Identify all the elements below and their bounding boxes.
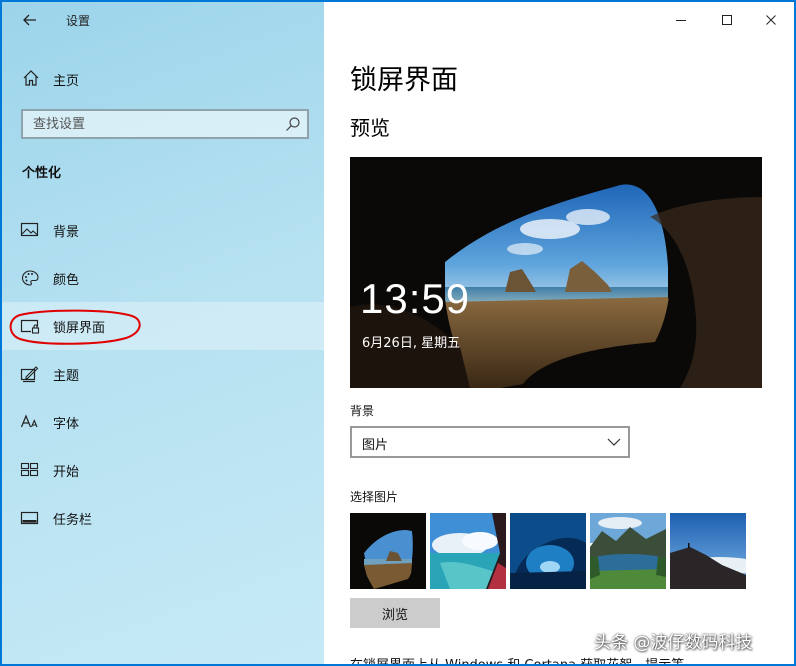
cave-beach-image bbox=[350, 157, 762, 388]
sidebar-item-fonts[interactable]: 字体 bbox=[2, 398, 324, 446]
settings-window: 设置 主页 个性化 背景 bbox=[0, 0, 796, 666]
cave-thumbnail-image bbox=[350, 513, 426, 589]
picture-thumbnail-lake[interactable] bbox=[590, 513, 666, 589]
picture-thumbnail-ice-cave[interactable] bbox=[510, 513, 586, 589]
palette-icon bbox=[22, 270, 39, 286]
cortana-fun-facts-text: 在锁屏界面上从 Windows 和 Cortana 获取花絮、提示等 bbox=[350, 658, 685, 666]
minimize-icon bbox=[676, 20, 686, 21]
search-icon[interactable] bbox=[285, 116, 301, 132]
chevron-down-icon bbox=[607, 438, 621, 446]
minimize-button[interactable] bbox=[658, 4, 704, 36]
back-arrow-icon bbox=[23, 14, 36, 26]
theme-icon bbox=[20, 366, 39, 383]
sidebar-item-lock-screen[interactable]: 锁屏界面 bbox=[2, 302, 324, 350]
sidebar-item-label: 主题 bbox=[53, 369, 80, 384]
watermark: 头条 @波仔数码科技 bbox=[594, 633, 753, 653]
page-title: 锁屏界面 bbox=[350, 65, 458, 96]
taskbar-icon bbox=[20, 511, 39, 525]
maximize-icon bbox=[722, 15, 732, 25]
maximize-button[interactable] bbox=[704, 4, 750, 36]
picture-thumbnail-mountain-sky[interactable] bbox=[670, 513, 746, 589]
sidebar-item-label: 背景 bbox=[53, 225, 80, 240]
back-button[interactable] bbox=[16, 8, 44, 32]
picture-thumbnail-cave[interactable] bbox=[350, 513, 426, 589]
search-input[interactable] bbox=[23, 111, 279, 137]
image-icon bbox=[20, 222, 39, 237]
sidebar-item-taskbar[interactable]: 任务栏 bbox=[2, 494, 324, 542]
main-content: 锁屏界面 预览 13:59 6月26日, 星期五 背景 图片 选择图片 浏览 在… bbox=[324, 2, 794, 666]
sidebar-item-background[interactable]: 背景 bbox=[2, 206, 324, 254]
sidebar-item-label: 字体 bbox=[53, 417, 80, 432]
font-icon bbox=[20, 414, 38, 428]
home-icon bbox=[23, 70, 39, 86]
sky-ocean-thumbnail-image bbox=[430, 513, 506, 589]
background-dropdown-value: 图片 bbox=[362, 438, 389, 453]
lock-screen-icon bbox=[20, 319, 40, 334]
sidebar-item-label: 任务栏 bbox=[53, 513, 93, 528]
sidebar-item-home[interactable]: 主页 bbox=[2, 60, 324, 96]
section-title: 个性化 bbox=[22, 166, 62, 181]
sidebar-item-colors[interactable]: 颜色 bbox=[2, 254, 324, 302]
sidebar-item-label: 颜色 bbox=[53, 273, 80, 288]
sidebar-item-label: 锁屏界面 bbox=[53, 321, 106, 336]
preview-heading: 预览 bbox=[350, 116, 390, 140]
sidebar-item-themes[interactable]: 主题 bbox=[2, 350, 324, 398]
preview-date: 6月26日, 星期五 bbox=[362, 336, 461, 351]
background-label: 背景 bbox=[350, 404, 375, 418]
sidebar-item-start[interactable]: 开始 bbox=[2, 446, 324, 494]
close-button[interactable] bbox=[748, 4, 794, 36]
lake-thumbnail-image bbox=[590, 513, 666, 589]
start-icon bbox=[20, 462, 39, 477]
preview-clock: 13:59 bbox=[360, 275, 471, 322]
mountain-sky-thumbnail-image bbox=[670, 513, 746, 589]
close-icon bbox=[766, 15, 776, 25]
sidebar-item-label: 开始 bbox=[53, 465, 80, 480]
sidebar-item-label: 主页 bbox=[53, 74, 80, 89]
sidebar: 设置 主页 个性化 背景 bbox=[2, 2, 324, 664]
ice-cave-thumbnail-image bbox=[510, 513, 586, 589]
lock-screen-preview: 13:59 6月26日, 星期五 bbox=[350, 157, 762, 388]
browse-button[interactable]: 浏览 bbox=[350, 598, 440, 628]
choose-picture-label: 选择图片 bbox=[350, 490, 399, 504]
background-dropdown[interactable]: 图片 bbox=[350, 426, 630, 458]
picture-thumbnail-sky-ocean[interactable] bbox=[430, 513, 506, 589]
search-box bbox=[21, 109, 309, 139]
app-title: 设置 bbox=[66, 14, 91, 28]
